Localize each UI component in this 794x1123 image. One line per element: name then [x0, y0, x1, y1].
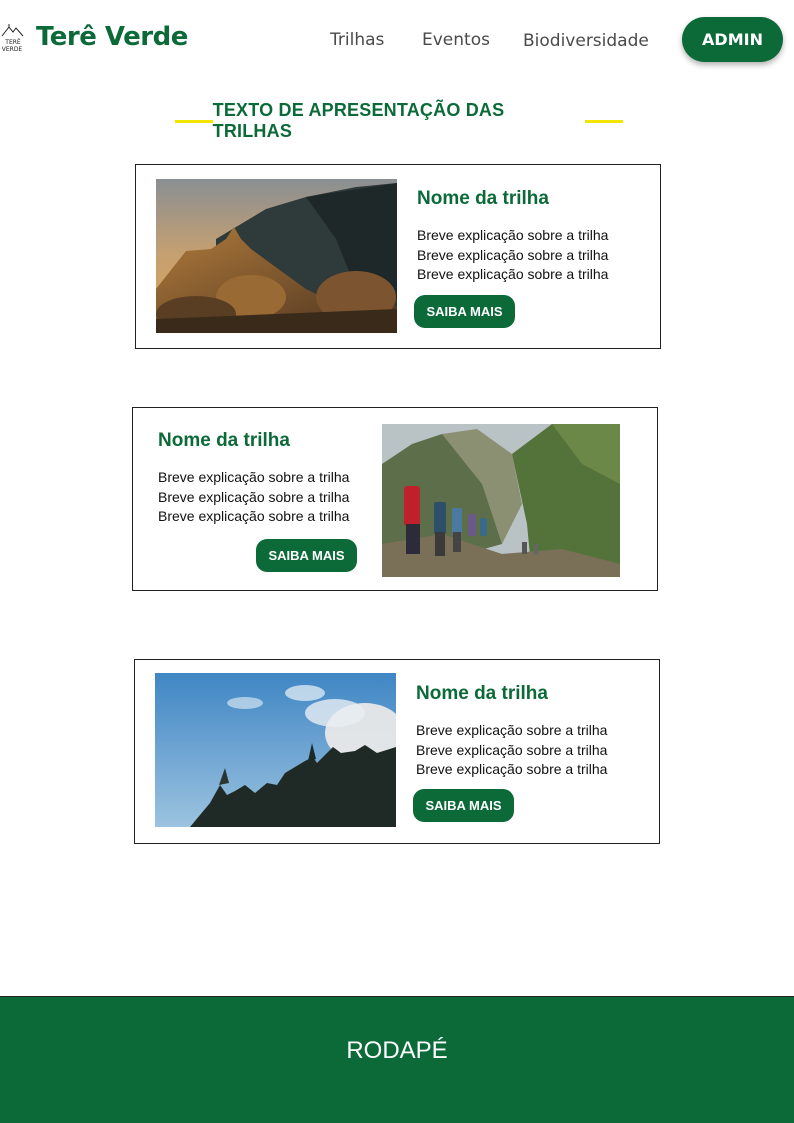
trail-description: Breve explicação sobre a trilha Breve ex… — [158, 468, 349, 527]
description-line: Breve explicação sobre a trilha — [417, 227, 609, 243]
section-title: TEXTO DE APRESENTAÇÃO DAS TRILHAS — [175, 100, 623, 141]
description-line: Breve explicação sobre a trilha — [417, 246, 609, 263]
trail-description: Breve explicação sobre a trilha Breve ex… — [417, 226, 608, 285]
footer: RODAPÉ — [0, 996, 794, 1123]
description-line: Breve explicação sobre a trilha — [416, 761, 608, 777]
description-line: Breve explicação sobre a trilha — [416, 741, 608, 758]
nav-biodiversidade[interactable]: Biodiversidade — [523, 31, 649, 51]
logo-text-top: TERÊ — [4, 38, 21, 46]
brand-name[interactable]: Terê Verde — [36, 22, 188, 52]
trail-card: Nome da trilha Breve explicação sobre a … — [132, 407, 658, 591]
nav-eventos[interactable]: Eventos — [422, 30, 490, 50]
saiba-mais-button[interactable]: SAIBA MAIS — [414, 295, 515, 328]
trail-title: Nome da trilha — [417, 188, 549, 209]
trail-card: Nome da trilha Breve explicação sobre a … — [134, 659, 660, 844]
description-line: Breve explicação sobre a trilha — [158, 508, 350, 524]
trail-image[interactable] — [156, 179, 397, 333]
trail-description: Breve explicação sobre a trilha Breve ex… — [416, 721, 607, 780]
logo-text-bottom: VERDE — [2, 46, 23, 53]
saiba-mais-button[interactable]: SAIBA MAIS — [256, 539, 357, 572]
description-line: Breve explicação sobre a trilha — [158, 469, 350, 485]
description-line: Breve explicação sobre a trilha — [417, 266, 609, 282]
trail-title: Nome da trilha — [416, 683, 548, 704]
trail-image[interactable] — [382, 424, 620, 577]
trail-image[interactable] — [155, 673, 396, 827]
trail-card: Nome da trilha Breve explicação sobre a … — [135, 164, 661, 349]
logo-icon[interactable]: TERÊ VERDE — [0, 22, 26, 54]
footer-label: RODAPÉ — [346, 1037, 448, 1064]
trail-title: Nome da trilha — [158, 430, 290, 451]
description-line: Breve explicação sobre a trilha — [158, 488, 350, 505]
header: TERÊ VERDE Terê Verde Trilhas Eventos Bi… — [0, 0, 794, 80]
nav-trilhas[interactable]: Trilhas — [330, 30, 384, 50]
title-decoration-right — [585, 119, 623, 123]
section-title-text: TEXTO DE APRESENTAÇÃO DAS TRILHAS — [212, 100, 505, 141]
saiba-mais-button[interactable]: SAIBA MAIS — [413, 789, 514, 822]
admin-button[interactable]: ADMIN — [682, 17, 783, 62]
description-line: Breve explicação sobre a trilha — [416, 722, 608, 738]
title-decoration-left — [175, 119, 213, 123]
